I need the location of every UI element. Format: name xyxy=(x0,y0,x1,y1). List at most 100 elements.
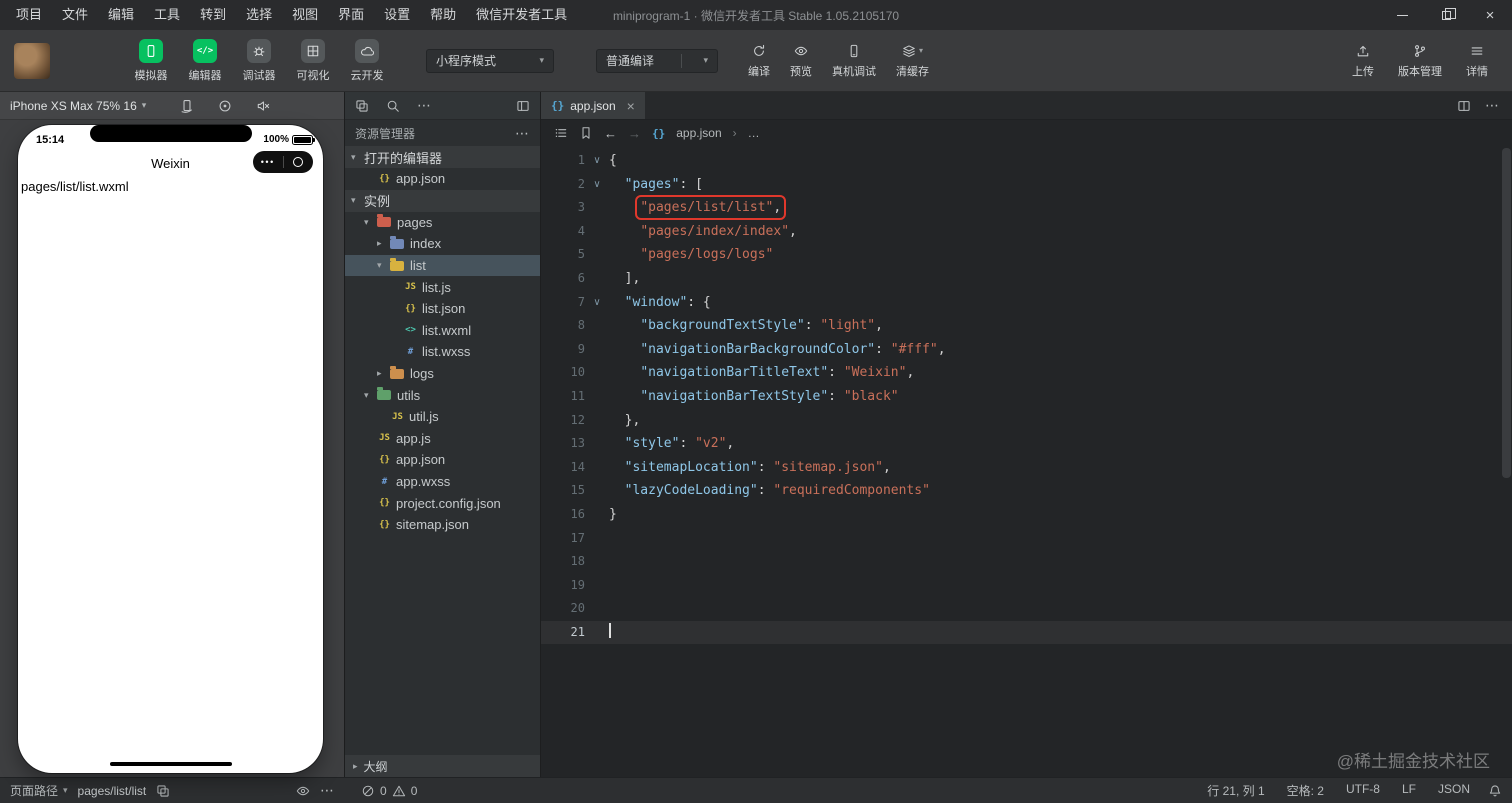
indent-indicator[interactable]: 空格: 2 xyxy=(1287,782,1324,799)
tree-file-app.wxss[interactable]: # app.wxss xyxy=(345,471,540,493)
rotate-device-icon[interactable] xyxy=(180,99,194,113)
explorer-actions-icon[interactable]: ⋯ xyxy=(417,97,432,114)
code-line[interactable]: 18 xyxy=(541,550,1512,574)
menubar-item[interactable]: 工具 xyxy=(144,0,190,30)
compile-select[interactable]: 普通编译 ▾ xyxy=(596,48,718,73)
menubar-item[interactable]: 界面 xyxy=(328,0,374,30)
mode-select[interactable]: 小程序模式 ▾ xyxy=(426,48,554,73)
tree-file-list.wxml[interactable]: <> list.wxml xyxy=(345,320,540,342)
menubar-item[interactable]: 微信开发者工具 xyxy=(466,0,577,30)
code-line[interactable]: 21 xyxy=(541,620,1512,645)
code-line[interactable]: 7 ∨ "window": { xyxy=(541,291,1512,315)
cloud-dev-button[interactable]: 云开发 xyxy=(344,38,390,83)
device-selector[interactable]: iPhone XS Max 75% 16 ▾ xyxy=(10,99,146,113)
code-line[interactable]: 4 "pages/index/index", xyxy=(541,220,1512,244)
code-line[interactable]: 13 "style": "v2", xyxy=(541,432,1512,456)
avatar[interactable] xyxy=(14,42,50,79)
search-icon[interactable] xyxy=(386,99,400,113)
capsule-menu[interactable]: ••• xyxy=(253,151,313,173)
fold-icon[interactable]: ∨ xyxy=(585,149,609,173)
language-indicator[interactable]: JSON xyxy=(1438,782,1470,799)
code-line[interactable]: 11 "navigationBarTextStyle": "black" xyxy=(541,385,1512,409)
code-line[interactable]: 10 "navigationBarTitleText": "Weixin", xyxy=(541,361,1512,385)
editor-toggle-button[interactable]: </> 编辑器 xyxy=(182,38,228,83)
back-icon[interactable]: ← xyxy=(604,126,617,141)
code-line[interactable]: 9 "navigationBarBackgroundColor": "#fff"… xyxy=(541,338,1512,362)
outline-list-icon[interactable] xyxy=(554,126,568,140)
code-line[interactable]: 16} xyxy=(541,503,1512,527)
upload-button[interactable]: 上传 xyxy=(1352,43,1374,79)
preview-visibility-icon[interactable] xyxy=(296,784,310,798)
tree-file-app.json[interactable]: {} app.json xyxy=(345,168,540,190)
debugger-toggle-button[interactable]: 调试器 xyxy=(236,38,282,83)
tree-file-app.js[interactable]: JS app.js xyxy=(345,428,540,450)
open-editors-icon[interactable] xyxy=(355,99,369,113)
fold-icon[interactable]: ∨ xyxy=(585,291,609,315)
details-button[interactable]: 详情 xyxy=(1466,43,1488,79)
split-editor-icon[interactable] xyxy=(1457,99,1471,113)
menubar-item[interactable]: 选择 xyxy=(236,0,282,30)
page-path-selector[interactable]: 页面路径 ▾ xyxy=(10,782,68,799)
split-view-icon[interactable] xyxy=(516,99,530,113)
tree-folder-index[interactable]: ▸ index xyxy=(345,233,540,255)
outline-section[interactable]: ▸ 大纲 xyxy=(345,755,540,777)
fold-icon[interactable]: ∨ xyxy=(585,173,609,197)
compile-button[interactable]: 编译 xyxy=(748,43,770,79)
version-control-button[interactable]: 版本管理 xyxy=(1398,43,1442,79)
phone-simulator[interactable]: 15:14 100% Weixin ••• pages/list/list.wx… xyxy=(18,125,323,773)
screenshot-icon[interactable] xyxy=(218,99,232,113)
editor-more-icon[interactable]: ⋯ xyxy=(1485,97,1500,114)
remote-debug-button[interactable]: 真机调试 xyxy=(832,43,876,79)
breadcrumb-file[interactable]: app.json xyxy=(676,126,721,140)
tree-folder-utils[interactable]: ▾ utils xyxy=(345,384,540,406)
encoding-indicator[interactable]: UTF-8 xyxy=(1346,782,1380,799)
cursor-position-indicator[interactable]: 行 21, 列 1 xyxy=(1207,782,1264,799)
tree-file-list.json[interactable]: {} list.json xyxy=(345,298,540,320)
menubar-item[interactable]: 转到 xyxy=(190,0,236,30)
tab-app-json[interactable]: {} app.json × xyxy=(541,92,645,119)
restore-button[interactable] xyxy=(1424,0,1468,30)
code-line[interactable]: 17 xyxy=(541,527,1512,551)
tree-section[interactable]: ▾ 打开的编辑器 xyxy=(345,146,540,168)
simulator-toggle-button[interactable]: 模拟器 xyxy=(128,38,174,83)
menubar-item[interactable]: 设置 xyxy=(374,0,420,30)
menubar-item[interactable]: 文件 xyxy=(52,0,98,30)
explorer-more-icon[interactable]: ⋯ xyxy=(515,125,530,142)
code-line[interactable]: 6 ], xyxy=(541,267,1512,291)
preview-button[interactable]: 预览 xyxy=(790,43,812,79)
code-line[interactable]: 12 }, xyxy=(541,409,1512,433)
tree-file-project.config.json[interactable]: {} project.config.json xyxy=(345,492,540,514)
code-line[interactable]: 8 "backgroundTextStyle": "light", xyxy=(541,314,1512,338)
forward-icon[interactable]: → xyxy=(628,126,641,141)
code-line[interactable]: 1 ∨{ xyxy=(541,149,1512,173)
simulator-more-icon[interactable]: ⋯ xyxy=(320,782,335,799)
tree-file-list.js[interactable]: JS list.js xyxy=(345,276,540,298)
tree-folder-logs[interactable]: ▸ logs xyxy=(345,363,540,385)
scrollbar[interactable] xyxy=(1502,148,1511,478)
menubar-item[interactable]: 帮助 xyxy=(420,0,466,30)
copy-path-icon[interactable] xyxy=(156,784,170,798)
code-line[interactable]: 15 "lazyCodeLoading": "requiredComponent… xyxy=(541,479,1512,503)
code-line[interactable]: 20 xyxy=(541,597,1512,621)
code-line[interactable]: 14 "sitemapLocation": "sitemap.json", xyxy=(541,456,1512,480)
menubar-item[interactable]: 项目 xyxy=(6,0,52,30)
bookmark-icon[interactable] xyxy=(579,126,593,140)
eol-indicator[interactable]: LF xyxy=(1402,782,1416,799)
tree-file-app.json[interactable]: {} app.json xyxy=(345,449,540,471)
tab-close-icon[interactable]: × xyxy=(627,98,635,114)
clear-cache-button[interactable]: ▾ 清缓存 xyxy=(896,43,929,79)
close-button[interactable]: × xyxy=(1468,0,1512,30)
code-line[interactable]: 5 "pages/logs/logs" xyxy=(541,243,1512,267)
code-line[interactable]: 2 ∨ "pages": [ xyxy=(541,173,1512,197)
tree-file-list.wxss[interactable]: # list.wxss xyxy=(345,341,540,363)
code-line[interactable]: 19 xyxy=(541,574,1512,598)
visualizer-toggle-button[interactable]: 可视化 xyxy=(290,38,336,83)
tree-file-sitemap.json[interactable]: {} sitemap.json xyxy=(345,514,540,536)
notifications-icon[interactable] xyxy=(1488,784,1502,798)
problems-indicator[interactable]: 0 0 xyxy=(345,784,535,798)
tree-folder-pages[interactable]: ▾ pages xyxy=(345,212,540,234)
menubar-item[interactable]: 编辑 xyxy=(98,0,144,30)
mute-icon[interactable] xyxy=(256,99,270,113)
minimize-button[interactable] xyxy=(1380,0,1424,30)
tree-folder-list[interactable]: ▾ list xyxy=(345,254,540,277)
